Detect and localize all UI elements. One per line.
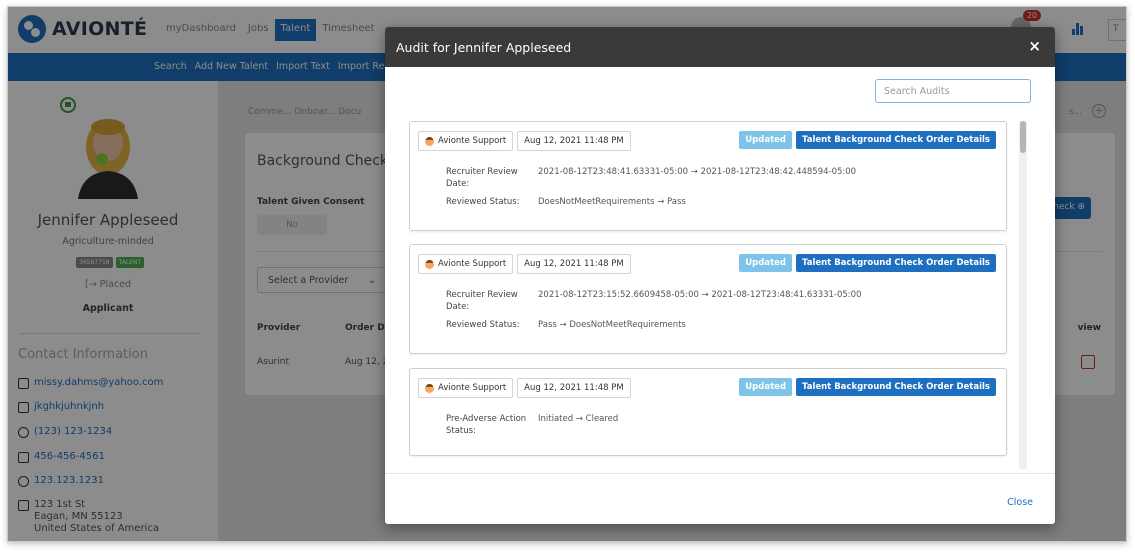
audit-user: Avionte Support: [438, 259, 507, 269]
change-value: 2021-08-12T23:15:52.6609458-05:00 → 2021…: [538, 290, 862, 300]
entity-badge: Talent Background Check Order Details: [796, 131, 996, 149]
app-window: AVIONTÉ myDashboard Jobs Talent Timeshee…: [7, 6, 1127, 542]
audit-scrollbar-thumb[interactable]: [1020, 121, 1026, 153]
change-label: Recruiter Review Date:: [446, 290, 518, 312]
modal-header: Audit for Jennifer Appleseed ×: [385, 27, 1055, 67]
audit-card: Avionte Support Aug 12, 2021 11:48 PM Up…: [409, 244, 1007, 354]
modal-title: Audit for Jennifer Appleseed: [396, 40, 572, 55]
user-avatar-icon: [425, 136, 434, 146]
user-avatar-icon: [425, 383, 434, 393]
change-label: Reviewed Status:: [446, 197, 520, 207]
change-label: Reviewed Status:: [446, 320, 520, 330]
audit-user-chip: Avionte Support: [418, 254, 514, 274]
audit-timestamp: Aug 12, 2021 11:48 PM: [524, 136, 624, 146]
audit-modal: Audit for Jennifer Appleseed × Avionte S…: [385, 27, 1055, 524]
change-row: Recruiter Review Date: 2021-08-12T23:48:…: [446, 166, 856, 190]
change-value: Pass → DoesNotMeetRequirements: [538, 320, 686, 330]
audit-scrollbar[interactable]: [1019, 121, 1027, 469]
audit-card: Avionte Support Aug 12, 2021 11:48 PM Up…: [409, 368, 1007, 456]
change-row: Reviewed Status: Pass → DoesNotMeetRequi…: [446, 319, 686, 331]
audit-header: Avionte Support Aug 12, 2021 11:48 PM: [418, 254, 635, 274]
change-row: Pre-Adverse Action Status: Initiated → C…: [446, 413, 618, 437]
audit-timestamp: Aug 12, 2021 11:48 PM: [524, 259, 624, 269]
audit-tags: Updated Talent Background Check Order De…: [739, 378, 996, 396]
change-row: Recruiter Review Date: 2021-08-12T23:15:…: [446, 289, 861, 313]
entity-badge: Talent Background Check Order Details: [796, 378, 996, 396]
audit-header: Avionte Support Aug 12, 2021 11:48 PM: [418, 131, 635, 151]
action-badge: Updated: [739, 378, 792, 396]
modal-footer-divider: [385, 473, 1055, 474]
audit-card: Avionte Support Aug 12, 2021 11:48 PM Up…: [409, 121, 1007, 231]
audit-user: Avionte Support: [438, 383, 507, 393]
action-badge: Updated: [739, 131, 792, 149]
audit-timestamp-chip: Aug 12, 2021 11:48 PM: [517, 131, 631, 151]
action-badge: Updated: [739, 254, 792, 272]
entity-badge: Talent Background Check Order Details: [796, 254, 996, 272]
audit-user: Avionte Support: [438, 136, 507, 146]
audit-tags: Updated Talent Background Check Order De…: [739, 131, 996, 149]
close-button[interactable]: Close: [1007, 497, 1033, 508]
audit-user-chip: Avionte Support: [418, 131, 514, 151]
audit-timestamp: Aug 12, 2021 11:48 PM: [524, 383, 624, 393]
user-avatar-icon: [425, 259, 434, 269]
change-value: Initiated → Cleared: [538, 414, 619, 424]
audit-tags: Updated Talent Background Check Order De…: [739, 254, 996, 272]
audit-timestamp-chip: Aug 12, 2021 11:48 PM: [517, 254, 631, 274]
change-label: Pre-Adverse Action Status:: [446, 414, 527, 436]
change-row: Reviewed Status: DoesNotMeetRequirements…: [446, 196, 686, 208]
audit-list[interactable]: Avionte Support Aug 12, 2021 11:48 PM Up…: [409, 111, 1015, 463]
close-icon[interactable]: ×: [1028, 37, 1041, 55]
change-value: DoesNotMeetRequirements → Pass: [538, 197, 686, 207]
change-label: Recruiter Review Date:: [446, 167, 518, 189]
search-audits-input[interactable]: [875, 79, 1031, 103]
audit-timestamp-chip: Aug 12, 2021 11:48 PM: [517, 378, 631, 398]
audit-user-chip: Avionte Support: [418, 378, 514, 398]
change-value: 2021-08-12T23:48:41.63331-05:00 → 2021-0…: [538, 167, 857, 177]
audit-header: Avionte Support Aug 12, 2021 11:48 PM: [418, 378, 635, 398]
